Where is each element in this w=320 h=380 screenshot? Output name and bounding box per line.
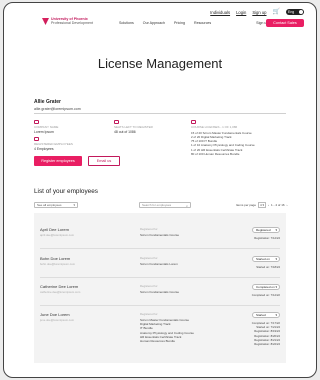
employee-filter-select[interactable]: See all employees ▾ bbox=[34, 202, 78, 208]
nav-item-solutions[interactable]: Solutions bbox=[119, 21, 134, 25]
seats-value: 48 out of 1086 bbox=[114, 130, 136, 134]
employee-email: catherine.dee@loremipsum.com bbox=[40, 290, 81, 294]
registered-label: Registered Employees bbox=[34, 142, 73, 146]
employee-name: June Doe Lorem bbox=[40, 312, 70, 317]
page-range: 1 - 4 of 16 bbox=[271, 203, 285, 207]
per-page-value: 4 bbox=[260, 203, 262, 207]
email-us-button[interactable]: Email us bbox=[88, 156, 120, 166]
company-label: Company Name bbox=[34, 125, 59, 129]
row-divider bbox=[40, 277, 280, 278]
employee-filter-value: See all employees bbox=[37, 203, 62, 207]
employee-dates: Completed on: 7/12/22 bbox=[252, 293, 280, 297]
registered-info: Registered Employees 4 Employees bbox=[34, 137, 73, 151]
per-page-label: Items per page bbox=[236, 203, 257, 207]
logo-mark-icon bbox=[42, 18, 49, 26]
licenses-label: Course Licenses - 1 of 1,086 bbox=[191, 125, 238, 129]
employee-licenses: Scrum Fundamentals Lorem bbox=[140, 262, 178, 266]
individuals-link[interactable]: Individuals bbox=[210, 10, 230, 15]
employee-name: April Dee Lorem bbox=[40, 227, 69, 232]
prev-page-icon[interactable]: ‹ bbox=[268, 203, 269, 207]
chevron-down-icon: ▾ bbox=[275, 257, 277, 261]
employee-license: Human Resources Bundle bbox=[140, 339, 176, 344]
employee-name: Catherine Dee Lorem bbox=[40, 284, 79, 289]
employee-email: april.dee@loremipsum.com bbox=[40, 233, 75, 237]
language-toggle-label: Eng bbox=[288, 9, 295, 14]
pagination-controls: Items per page 4 ▾ ‹ 1 - 4 of 16 › bbox=[236, 202, 288, 208]
nav-item-pricing[interactable]: Pricing bbox=[174, 21, 185, 25]
employee-license: Scrum Fundamentals Course bbox=[140, 233, 180, 237]
date-entry: Registration: 8/22/22 bbox=[254, 342, 280, 347]
registered-for-label: Registered for bbox=[140, 312, 158, 316]
status-select[interactable]: Completed on ▾ bbox=[252, 284, 280, 290]
seats-info: Seats left to register 48 out of 1086 bbox=[114, 120, 153, 134]
per-page-select[interactable]: 4 ▾ bbox=[258, 202, 267, 208]
login-link[interactable]: Login bbox=[236, 10, 246, 15]
logo-line2: Professional Development bbox=[51, 21, 93, 25]
user-name: Allie Grater bbox=[34, 99, 61, 105]
license-item: 80 of 100 Human Resources Bundle bbox=[191, 151, 240, 156]
divider bbox=[34, 113, 286, 114]
register-employees-button[interactable]: Register employees bbox=[34, 156, 82, 166]
date-entry: Started on: 7/18/22 bbox=[256, 265, 280, 269]
employee-licenses: Scrum Fundamentals Course bbox=[140, 233, 179, 237]
nav-menu: Solutions Our Approach Pricing Resources… bbox=[119, 21, 268, 25]
employee-licenses: Scrum Master Fundamentals Course Digital… bbox=[140, 318, 194, 343]
employee-license: Scrum Fundamentals Lorem bbox=[140, 262, 178, 266]
page-title: License Management bbox=[97, 56, 223, 71]
employee-email: bohn.doe@loremipsum.com bbox=[40, 262, 76, 266]
employees-list-title: List of your employees bbox=[34, 188, 98, 195]
seats-label: Seats left to register bbox=[114, 125, 153, 129]
date-entry: Registration: 7/12/22 bbox=[254, 236, 280, 240]
licenses-icon bbox=[191, 120, 196, 124]
status-select[interactable]: Started ▾ bbox=[252, 312, 280, 318]
employee-dates: Completed on: 7/17/22 Started on: 7/21/2… bbox=[252, 321, 280, 346]
company-icon bbox=[34, 120, 39, 124]
utility-bar: Individuals Login Sign up 🛒 Eng bbox=[4, 8, 316, 16]
chevron-down-icon: ▾ bbox=[275, 228, 277, 232]
chevron-down-icon: ▾ bbox=[73, 203, 75, 207]
employees-icon bbox=[34, 137, 39, 141]
status-value: Started bbox=[256, 313, 266, 317]
status-select[interactable]: Started on ▾ bbox=[252, 256, 280, 262]
cart-icon[interactable]: 🛒 bbox=[273, 9, 280, 15]
employee-licenses: Scrum Fundamentals Course bbox=[140, 290, 179, 294]
page-frame: Individuals Login Sign up 🛒 Eng Universi… bbox=[3, 2, 317, 378]
chevron-down-icon: ▾ bbox=[275, 313, 277, 317]
seats-icon bbox=[114, 120, 119, 124]
status-select[interactable]: Registered ▾ bbox=[252, 227, 280, 233]
company-value: Lorem Ipsum bbox=[34, 130, 54, 134]
employee-email: june.doe@loremipsum.com bbox=[40, 318, 75, 322]
date-entry: Completed on: 7/12/22 bbox=[251, 293, 280, 297]
user-email: allie.grater@loremipsum.com bbox=[34, 107, 81, 111]
nav-item-resources[interactable]: Resources bbox=[194, 21, 211, 25]
employee-dates: Started on: 7/18/22 bbox=[256, 265, 280, 269]
status-value: Completed on bbox=[256, 285, 275, 289]
search-placeholder: Search for employees bbox=[142, 203, 172, 207]
company-info: Company Name Lorem Ipsum bbox=[34, 120, 58, 134]
status-value: Started on bbox=[256, 257, 270, 261]
licenses-list: 15 of 20 Scrum Master Fundamentals Cours… bbox=[191, 131, 255, 157]
status-value: Registered bbox=[256, 228, 271, 232]
search-icon: ⌕ bbox=[185, 203, 188, 208]
registered-for-label: Registered for bbox=[140, 256, 158, 260]
registered-for-label: Registered for bbox=[140, 284, 158, 288]
employee-name: Bohn Doe Lorem bbox=[40, 256, 71, 261]
signup-link[interactable]: Sign up bbox=[252, 10, 266, 15]
language-toggle[interactable]: Eng bbox=[286, 9, 304, 15]
employee-dates: Registration: 7/12/22 bbox=[254, 236, 280, 240]
course-licenses: Course Licenses - 1 of 1,086 15 of 20 Sc… bbox=[191, 120, 255, 156]
registered-value: 4 Employees bbox=[34, 147, 54, 151]
next-page-icon[interactable]: › bbox=[287, 203, 288, 207]
chevron-down-icon: ▾ bbox=[275, 285, 277, 289]
date-entry: Registration: 8/19/22 bbox=[254, 329, 280, 334]
row-divider bbox=[40, 248, 280, 249]
row-divider bbox=[40, 305, 280, 306]
employee-license: Scrum Fundamentals Course bbox=[140, 290, 180, 294]
main-nav: University of Phoenix Professional Devel… bbox=[4, 17, 316, 30]
nav-item-approach[interactable]: Our Approach bbox=[143, 21, 165, 25]
logo[interactable]: University of Phoenix Professional Devel… bbox=[42, 17, 93, 26]
contact-sales-button[interactable]: Contact Sales bbox=[266, 19, 304, 27]
registered-for-label: Registered for bbox=[140, 227, 158, 231]
employee-search-input[interactable]: Search for employees ⌕ bbox=[139, 202, 191, 208]
